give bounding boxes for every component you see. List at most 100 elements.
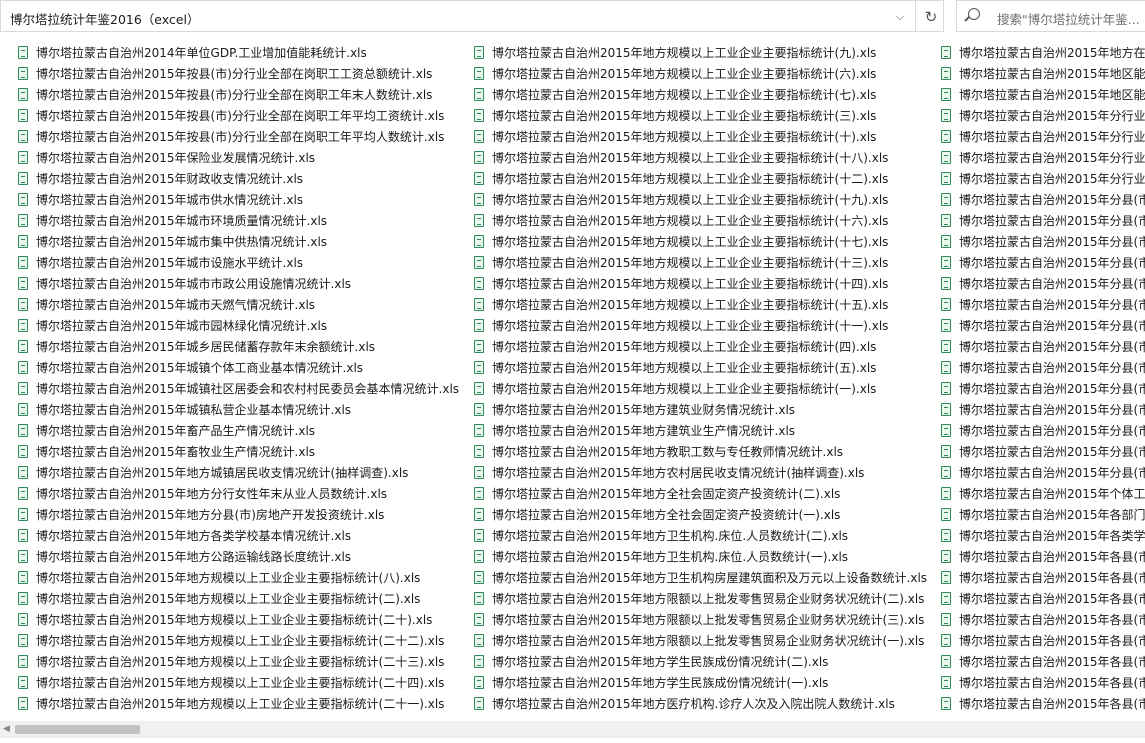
file-name: 博尔塔拉蒙古自治州2015年分县(市) bbox=[959, 277, 1145, 291]
file-name: 博尔塔拉蒙古自治州2014年单位GDP.工业增加值能耗统计.xls bbox=[36, 46, 367, 60]
file-name: 博尔塔拉蒙古自治州2015年地方公路运输线路长度统计.xls bbox=[36, 550, 352, 564]
file-name: 博尔塔拉蒙古自治州2015年分行业全 bbox=[959, 109, 1145, 123]
file-name: 博尔塔拉蒙古自治州2015年各县(市) bbox=[959, 655, 1145, 669]
file-name: 博尔塔拉蒙古自治州2015年城镇个体工商业基本情况统计.xls bbox=[36, 361, 364, 375]
file-name: 博尔塔拉蒙古自治州2015年地方建筑业生产情况统计.xls bbox=[492, 424, 796, 438]
breadcrumb-path[interactable]: 博尔塔拉统计年鉴2016（excel） bbox=[10, 9, 200, 28]
file-name: 博尔塔拉蒙古自治州2015年畜牧业生产情况统计.xls bbox=[36, 445, 316, 459]
excel-file-icon bbox=[941, 508, 951, 521]
excel-file-icon bbox=[941, 235, 951, 248]
file-name: 博尔塔拉蒙古自治州2015年地方分行女性年末从业人员数统计.xls bbox=[36, 487, 388, 501]
scroll-left-arrow-icon[interactable]: ◀ bbox=[3, 724, 10, 734]
excel-file-icon bbox=[474, 487, 484, 500]
file-name: 博尔塔拉蒙古自治州2015年按县(市)分行业全部在岗职工年末人数统计.xls bbox=[36, 88, 433, 102]
excel-file-icon bbox=[18, 151, 28, 164]
file-name: 博尔塔拉蒙古自治州2015年地方规模以上工业企业主要指标统计(十).xls bbox=[492, 130, 877, 144]
search-placeholder: 搜索"博尔塔拉统计年鉴... bbox=[997, 12, 1140, 27]
excel-file-icon bbox=[18, 67, 28, 80]
excel-file-icon bbox=[18, 361, 28, 374]
file-name: 博尔塔拉蒙古自治州2015年分县(市) bbox=[959, 319, 1145, 333]
excel-file-icon bbox=[941, 487, 951, 500]
file-name: 博尔塔拉蒙古自治州2015年各县(市) bbox=[959, 697, 1145, 711]
file-name: 博尔塔拉蒙古自治州2015年地方规模以上工业企业主要指标统计(二十一).xls bbox=[36, 697, 445, 711]
excel-file-icon bbox=[941, 67, 951, 80]
file-name: 博尔塔拉蒙古自治州2015年地方规模以上工业企业主要指标统计(五).xls bbox=[492, 361, 877, 375]
excel-file-icon bbox=[474, 634, 484, 647]
excel-file-icon bbox=[941, 277, 951, 290]
chevron-down-icon[interactable]: ⌵ bbox=[885, 1, 915, 32]
file-name: 博尔塔拉蒙古自治州2015年保险业发展情况统计.xls bbox=[36, 151, 316, 165]
excel-file-icon bbox=[474, 88, 484, 101]
file-name: 博尔塔拉蒙古自治州2015年分县(市) bbox=[959, 361, 1145, 375]
file-name: 博尔塔拉蒙古自治州2015年地方学生民族成份情况统计(二).xls bbox=[492, 655, 829, 669]
file-name: 博尔塔拉蒙古自治州2015年畜产品生产情况统计.xls bbox=[36, 424, 316, 438]
file-name: 博尔塔拉蒙古自治州2015年地方卫生机构房屋建筑面积及万元以上设备数统计.xls bbox=[492, 571, 928, 585]
file-name: 博尔塔拉蒙古自治州2015年地方规模以上工业企业主要指标统计(一).xls bbox=[492, 382, 877, 396]
file-name: 博尔塔拉蒙古自治州2015年城市设施水平统计.xls bbox=[36, 256, 304, 270]
file-name: 博尔塔拉蒙古自治州2015年地方规模以上工业企业主要指标统计(十一).xls bbox=[492, 319, 889, 333]
file-name: 博尔塔拉蒙古自治州2015年地方规模以上工业企业主要指标统计(十八).xls bbox=[492, 151, 889, 165]
excel-file-icon bbox=[941, 109, 951, 122]
file-name: 博尔塔拉蒙古自治州2015年分行业全 bbox=[959, 172, 1145, 186]
excel-file-icon bbox=[941, 46, 951, 59]
excel-file-icon bbox=[18, 550, 28, 563]
file-name: 博尔塔拉蒙古自治州2015年城市环境质量情况统计.xls bbox=[36, 214, 328, 228]
search-box[interactable]: 搜索"博尔塔拉统计年鉴... bbox=[956, 0, 1145, 32]
file-name: 博尔塔拉蒙古自治州2015年地方规模以上工业企业主要指标统计(二十四).xls bbox=[36, 676, 445, 690]
excel-file-icon bbox=[18, 445, 28, 458]
excel-file-icon bbox=[474, 46, 484, 59]
excel-file-icon bbox=[18, 487, 28, 500]
file-name: 博尔塔拉蒙古自治州2015年分县(市) bbox=[959, 403, 1145, 417]
file-name: 博尔塔拉蒙古自治州2015年分县(市) bbox=[959, 214, 1145, 228]
file-name: 博尔塔拉蒙古自治州2015年分县(市) bbox=[959, 235, 1145, 249]
file-name: 博尔塔拉蒙古自治州2015年地方规模以上工业企业主要指标统计(十四).xls bbox=[492, 277, 889, 291]
file-name: 博尔塔拉蒙古自治州2015年分县(市) bbox=[959, 445, 1145, 459]
file-name: 博尔塔拉蒙古自治州2015年地方学生民族成份情况统计(一).xls bbox=[492, 676, 829, 690]
excel-file-icon bbox=[941, 361, 951, 374]
excel-file-icon bbox=[474, 655, 484, 668]
excel-file-icon bbox=[941, 592, 951, 605]
refresh-icon[interactable]: ↻ bbox=[915, 1, 946, 32]
horizontal-scrollbar[interactable]: ◀ bbox=[0, 721, 1145, 738]
file-name: 博尔塔拉蒙古自治州2015年地方规模以上工业企业主要指标统计(二十三).xls bbox=[36, 655, 445, 669]
excel-file-icon bbox=[474, 466, 484, 479]
file-name: 博尔塔拉蒙古自治州2015年分县(市) bbox=[959, 382, 1145, 396]
excel-file-icon bbox=[18, 634, 28, 647]
excel-file-icon bbox=[941, 214, 951, 227]
file-name: 博尔塔拉蒙古自治州2015年地方分县(市)房地产开发投资统计.xls bbox=[36, 508, 385, 522]
file-name: 博尔塔拉蒙古自治州2015年地方规模以上工业企业主要指标统计(十六).xls bbox=[492, 214, 889, 228]
excel-file-icon bbox=[474, 613, 484, 626]
excel-file-icon bbox=[474, 319, 484, 332]
excel-file-icon bbox=[941, 550, 951, 563]
address-bar[interactable]: 博尔塔拉统计年鉴2016（excel） ⌵ ↻ bbox=[0, 0, 944, 32]
excel-file-icon bbox=[474, 214, 484, 227]
file-name: 博尔塔拉蒙古自治州2015年按县(市)分行业全部在岗职工年平均工资统计.xls bbox=[36, 109, 445, 123]
file-name: 博尔塔拉蒙古自治州2015年分行业全 bbox=[959, 151, 1145, 165]
excel-file-icon bbox=[18, 130, 28, 143]
excel-file-icon bbox=[941, 403, 951, 416]
file-name: 博尔塔拉蒙古自治州2015年分县(市) bbox=[959, 466, 1145, 480]
file-name: 博尔塔拉蒙古自治州2015年地方农村居民收支情况统计(抽样调查).xls bbox=[492, 466, 865, 480]
excel-file-icon bbox=[941, 529, 951, 542]
file-name: 博尔塔拉蒙古自治州2015年地方规模以上工业企业主要指标统计(二十).xls bbox=[36, 613, 433, 627]
file-list-pane[interactable]: 博尔塔拉蒙古自治州2014年单位GDP.工业增加值能耗统计.xls 博尔塔拉蒙古自… bbox=[0, 33, 1145, 721]
file-name: 博尔塔拉蒙古自治州2015年地方规模以上工业企业主要指标统计(三).xls bbox=[492, 109, 877, 123]
file-name: 博尔塔拉蒙古自治州2015年分行业全 bbox=[959, 130, 1145, 144]
excel-file-icon bbox=[474, 676, 484, 689]
file-name: 博尔塔拉蒙古自治州2015年各县(市) bbox=[959, 613, 1145, 627]
excel-file-icon bbox=[474, 403, 484, 416]
excel-file-icon bbox=[941, 424, 951, 437]
file-name: 博尔塔拉蒙古自治州2015年分县(市) bbox=[959, 424, 1145, 438]
file-name: 博尔塔拉蒙古自治州2015年地方规模以上工业企业主要指标统计(四).xls bbox=[492, 340, 877, 354]
excel-file-icon bbox=[18, 424, 28, 437]
excel-file-icon bbox=[18, 655, 28, 668]
excel-file-icon bbox=[474, 382, 484, 395]
excel-file-icon bbox=[18, 298, 28, 311]
file-name: 博尔塔拉蒙古自治州2015年各县(市) bbox=[959, 571, 1145, 585]
scrollbar-thumb[interactable] bbox=[15, 725, 140, 734]
file-name: 博尔塔拉蒙古自治州2015年按县(市)分行业全部在岗职工年平均人数统计.xls bbox=[36, 130, 445, 144]
excel-file-icon bbox=[941, 634, 951, 647]
file-name: 博尔塔拉蒙古自治州2015年财政收支情况统计.xls bbox=[36, 172, 304, 186]
excel-file-icon bbox=[474, 256, 484, 269]
excel-file-icon bbox=[18, 529, 28, 542]
